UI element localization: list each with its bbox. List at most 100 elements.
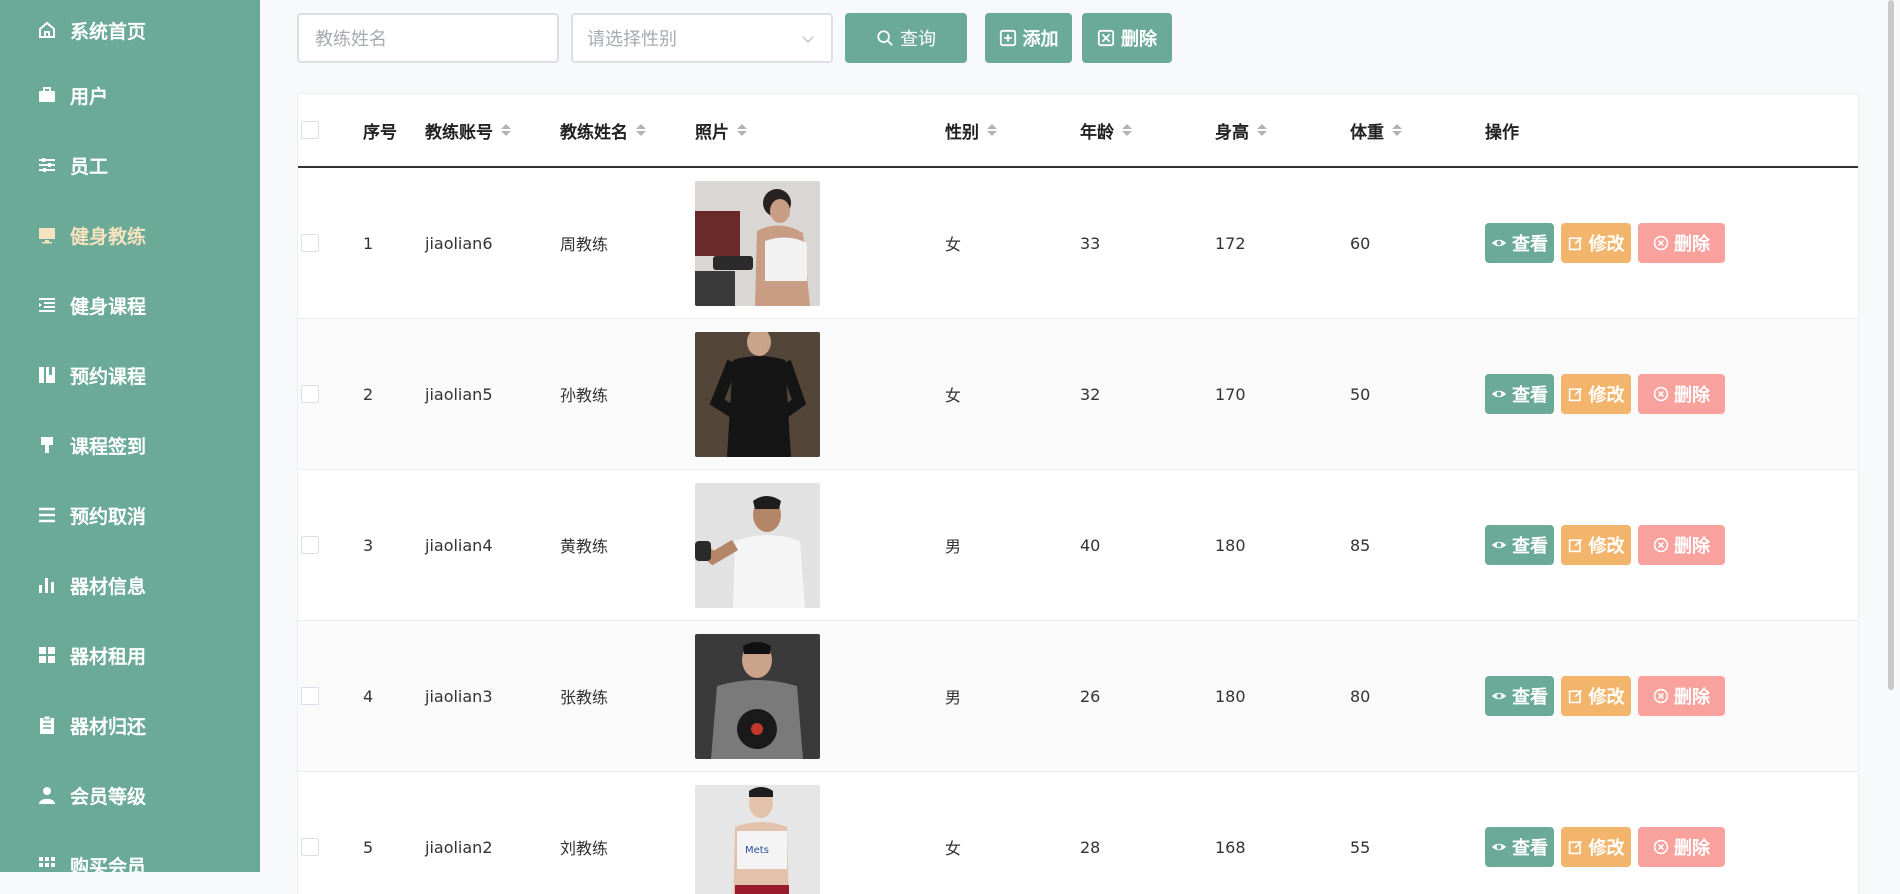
- sidebar-item-coaches[interactable]: 健身教练: [0, 200, 260, 270]
- header-account[interactable]: 教练账号: [425, 94, 511, 166]
- cell-age: 33: [1080, 168, 1100, 318]
- coach-photo[interactable]: [695, 634, 820, 759]
- sidebar-item-label: 员工: [70, 152, 108, 179]
- cell-index: 5: [363, 772, 373, 894]
- svg-text:Mets: Mets: [745, 845, 769, 856]
- header-gender[interactable]: 性别: [945, 94, 997, 166]
- header-weight[interactable]: 体重: [1350, 94, 1402, 166]
- close-circle-icon: [1653, 537, 1669, 553]
- header-age[interactable]: 年龄: [1080, 94, 1132, 166]
- sidebar-item-checkin[interactable]: 课程签到: [0, 410, 260, 480]
- sidebar-item-equipment[interactable]: 器材信息: [0, 550, 260, 620]
- sidebar-item-label: 器材信息: [70, 572, 146, 599]
- view-button[interactable]: 查看: [1485, 525, 1554, 565]
- cell-age: 28: [1080, 772, 1100, 894]
- cell-weight: 60: [1350, 168, 1370, 318]
- cell-gender: 女: [945, 772, 961, 894]
- edit-button[interactable]: 修改: [1561, 827, 1631, 867]
- cell-actions: 查看 修改 删除: [1485, 168, 1732, 318]
- cell-height: 180: [1215, 621, 1246, 771]
- edit-button[interactable]: 修改: [1561, 374, 1631, 414]
- sidebar-item-label: 健身课程: [70, 292, 146, 319]
- sidebar-item-home[interactable]: 系统首页: [0, 0, 260, 60]
- sidebar-item-staff[interactable]: 员工: [0, 130, 260, 200]
- add-button-label: 添加: [1023, 25, 1059, 51]
- sidebar-item-member-level[interactable]: 会员等级: [0, 760, 260, 830]
- delete-button[interactable]: 删除: [1638, 827, 1725, 867]
- clipboard-icon: [36, 714, 58, 736]
- select-all-checkbox[interactable]: [301, 94, 319, 166]
- delete-button[interactable]: 删除: [1638, 676, 1725, 716]
- cell-index: 2: [363, 319, 373, 469]
- edit-icon: [1568, 386, 1584, 402]
- sort-icon: [1122, 124, 1132, 136]
- delete-button[interactable]: 删除: [1638, 374, 1725, 414]
- monitor-icon: [36, 224, 58, 246]
- cell-height: 170: [1215, 319, 1246, 469]
- coach-photo[interactable]: [695, 483, 820, 608]
- book-icon: [36, 364, 58, 386]
- edit-icon: [1568, 537, 1584, 553]
- header-index: 序号: [363, 94, 397, 166]
- cell-account: jiaolian4: [425, 470, 493, 620]
- view-button[interactable]: 查看: [1485, 676, 1554, 716]
- grid-dots-icon: [36, 854, 58, 872]
- coach-photo[interactable]: [695, 332, 820, 457]
- coach-photo[interactable]: Mets: [695, 785, 820, 894]
- vertical-scrollbar[interactable]: [1888, 0, 1894, 690]
- cell-photo: [695, 319, 820, 469]
- list-icon: [36, 294, 58, 316]
- edit-button[interactable]: 修改: [1561, 676, 1631, 716]
- cell-actions: 查看 修改 删除: [1485, 772, 1732, 894]
- cell-weight: 80: [1350, 621, 1370, 771]
- cell-name: 周教练: [560, 168, 608, 318]
- sidebar-item-courses[interactable]: 健身课程: [0, 270, 260, 340]
- header-photo[interactable]: 照片: [695, 94, 747, 166]
- sidebar-item-cancel[interactable]: 预约取消: [0, 480, 260, 550]
- sidebar-item-label: 健身教练: [70, 222, 146, 249]
- eye-icon: [1491, 688, 1507, 704]
- sidebar-item-label: 系统首页: [70, 17, 146, 44]
- gender-select[interactable]: 请选择性别: [571, 13, 833, 63]
- sidebar-item-users[interactable]: 用户: [0, 60, 260, 130]
- cell-height: 180: [1215, 470, 1246, 620]
- table-row: 5 jiaolian2 刘教练 Mets 女 28 168 55 查看 修改 删…: [298, 772, 1858, 894]
- cell-height: 168: [1215, 772, 1246, 894]
- coach-photo[interactable]: [695, 181, 820, 306]
- sidebar-item-label: 预约取消: [70, 502, 146, 529]
- delete-button[interactable]: 删除: [1638, 525, 1725, 565]
- header-name[interactable]: 教练姓名: [560, 94, 646, 166]
- row-checkbox[interactable]: [301, 470, 319, 620]
- cell-actions: 查看 修改 删除: [1485, 319, 1732, 469]
- view-button[interactable]: 查看: [1485, 827, 1554, 867]
- header-height[interactable]: 身高: [1215, 94, 1267, 166]
- search-button[interactable]: 查询: [845, 13, 967, 63]
- row-checkbox[interactable]: [301, 772, 319, 894]
- sidebar-item-return[interactable]: 器材归还: [0, 690, 260, 760]
- view-button[interactable]: 查看: [1485, 374, 1554, 414]
- close-circle-icon: [1653, 386, 1669, 402]
- sidebar-item-buy-membership[interactable]: 购买会员: [0, 830, 260, 872]
- cell-photo: [695, 621, 820, 771]
- view-button[interactable]: 查看: [1485, 223, 1554, 263]
- chevron-down-icon: [801, 28, 815, 49]
- coach-name-input[interactable]: 教练姓名: [297, 13, 559, 63]
- cell-name: 张教练: [560, 621, 608, 771]
- search-button-label: 查询: [900, 25, 936, 51]
- edit-icon: [1568, 235, 1584, 251]
- sidebar-item-rental[interactable]: 器材租用: [0, 620, 260, 690]
- row-checkbox[interactable]: [301, 319, 319, 469]
- cell-index: 1: [363, 168, 373, 318]
- sidebar-item-booking[interactable]: 预约课程: [0, 340, 260, 410]
- cell-account: jiaolian3: [425, 621, 493, 771]
- edit-button[interactable]: 修改: [1561, 525, 1631, 565]
- add-button[interactable]: 添加: [985, 13, 1072, 63]
- delete-button[interactable]: 删除: [1638, 223, 1725, 263]
- edit-button[interactable]: 修改: [1561, 223, 1631, 263]
- cell-name: 刘教练: [560, 772, 608, 894]
- close-circle-icon: [1653, 235, 1669, 251]
- row-checkbox[interactable]: [301, 168, 319, 318]
- eye-icon: [1491, 386, 1507, 402]
- row-checkbox[interactable]: [301, 621, 319, 771]
- batch-delete-button[interactable]: 删除: [1082, 13, 1172, 63]
